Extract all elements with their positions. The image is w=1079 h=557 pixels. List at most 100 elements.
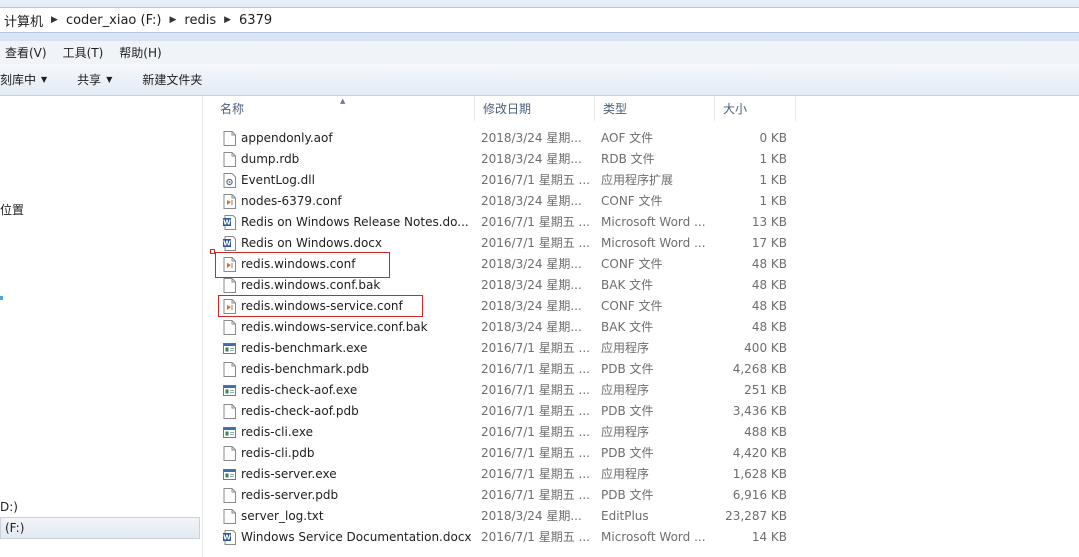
file-row[interactable]: redis.windows.conf.bak 2018/3/24 星期... BAK… bbox=[212, 275, 802, 296]
file-row[interactable]: server_log.txt 2018/3/24 星期... EditPlus 23,… bbox=[212, 506, 802, 527]
file-type: PDB 文件 bbox=[601, 362, 654, 376]
file-name: redis-benchmark.exe bbox=[241, 341, 368, 355]
file-name: Redis on Windows.docx bbox=[241, 236, 382, 250]
file-row[interactable]: redis-check-aof.pdb 2016/7/1 星期五 ... PDB 文… bbox=[212, 401, 802, 422]
file-row[interactable]: redis-benchmark.pdb 2016/7/1 星期五 ... PDB 文… bbox=[212, 359, 802, 380]
file-name: redis-server.exe bbox=[241, 467, 337, 481]
column-size[interactable]: 大小 bbox=[715, 96, 796, 121]
file-modified-date: 2018/3/24 星期... bbox=[481, 131, 582, 145]
file-size: 48 KB bbox=[751, 278, 787, 292]
file-name: redis-server.pdb bbox=[241, 488, 339, 502]
file-row[interactable]: redis-cli.pdb 2016/7/1 星期五 ... PDB 文件 4,420… bbox=[212, 443, 802, 464]
file-row[interactable]: appendonly.aof 2018/3/24 星期... AOF 文件 0 KB bbox=[212, 128, 802, 149]
breadcrumb-redis[interactable]: redis bbox=[180, 13, 220, 28]
breadcrumb-separator-icon[interactable]: ▶ bbox=[165, 15, 180, 25]
dll-file-icon bbox=[223, 173, 236, 188]
file-row[interactable]: redis-cli.exe 2016/7/1 星期五 ... 应用程序 488 KB bbox=[212, 422, 802, 443]
file-row[interactable]: nodes-6379.conf 2018/3/24 星期... CONF 文件 1 K… bbox=[212, 191, 802, 212]
address-bar-area: 计算机 ▶ coder_xiao (F:) ▶ redis ▶ 6379 bbox=[0, 0, 1079, 41]
word-doc-icon: W bbox=[223, 215, 236, 230]
new-folder-button[interactable]: 新建文件夹 bbox=[142, 71, 202, 88]
file-type: CONF 文件 bbox=[601, 257, 663, 271]
file-modified-date: 2018/3/24 星期... bbox=[481, 152, 582, 166]
svg-text:W: W bbox=[223, 534, 231, 542]
file-row[interactable]: redis-server.pdb 2016/7/1 星期五 ... PDB 文件 6,… bbox=[212, 485, 802, 506]
file-modified-date: 2018/3/24 星期... bbox=[481, 194, 582, 208]
file-name: Windows Service Documentation.docx bbox=[241, 530, 472, 544]
file-row[interactable]: dump.rdb 2018/3/24 星期... RDB 文件 1 KB bbox=[212, 149, 802, 170]
file-size: 23,287 KB bbox=[725, 509, 787, 523]
file-row[interactable]: redis-server.exe 2016/7/1 星期五 ... 应用程序 1,62… bbox=[212, 464, 802, 485]
column-header: 名称 修改日期 类型 大小 bbox=[212, 96, 796, 121]
file-row[interactable]: redis-check-aof.exe 2016/7/1 星期五 ... 应用程序 2… bbox=[212, 380, 802, 401]
file-size: 13 KB bbox=[751, 215, 787, 229]
breadcrumb-separator-icon[interactable]: ▶ bbox=[220, 15, 235, 25]
address-bar[interactable]: 计算机 ▶ coder_xiao (F:) ▶ redis ▶ 6379 bbox=[0, 7, 1079, 33]
include-in-library-button[interactable]: 刻库中 ▼ bbox=[0, 71, 47, 88]
file-size: 48 KB bbox=[751, 320, 787, 334]
file-row[interactable]: redis-benchmark.exe 2016/7/1 星期五 ... 应用程序 4… bbox=[212, 338, 802, 359]
file-size: 48 KB bbox=[751, 257, 787, 271]
conf-file-icon bbox=[223, 194, 236, 209]
column-modified[interactable]: 修改日期 bbox=[475, 96, 595, 121]
svg-text:W: W bbox=[223, 219, 231, 227]
exe-file-icon bbox=[223, 383, 236, 398]
exe-file-icon bbox=[223, 467, 236, 482]
share-label: 共享 bbox=[77, 73, 102, 87]
file-modified-date: 2018/3/24 星期... bbox=[481, 278, 582, 292]
menu-view[interactable]: 查看(V) bbox=[0, 44, 52, 61]
file-modified-date: 2016/7/1 星期五 ... bbox=[481, 446, 590, 460]
file-modified-date: 2016/7/1 星期五 ... bbox=[481, 236, 590, 250]
nav-item-location[interactable]: 位置 bbox=[0, 201, 24, 218]
word-doc-icon: W bbox=[223, 236, 236, 251]
file-row[interactable]: EventLog.dll 2016/7/1 星期五 ... 应用程序扩展 1 KB bbox=[212, 170, 802, 191]
file-name: Redis on Windows Release Notes.do... bbox=[241, 215, 469, 229]
highlight-box bbox=[218, 295, 423, 317]
file-row[interactable]: redis.windows-service.conf.bak 2018/3/24 … bbox=[212, 317, 802, 338]
menu-help[interactable]: 帮助(H) bbox=[114, 44, 166, 61]
file-modified-date: 2016/7/1 星期五 ... bbox=[481, 425, 590, 439]
file-type: 应用程序扩展 bbox=[601, 173, 674, 187]
chevron-down-icon: ▼ bbox=[106, 75, 113, 84]
file-size: 488 KB bbox=[744, 425, 787, 439]
file-name: redis-benchmark.pdb bbox=[241, 362, 369, 376]
file-modified-date: 2016/7/1 星期五 ... bbox=[481, 215, 590, 229]
file-size: 6,916 KB bbox=[732, 488, 787, 502]
breadcrumb-drive[interactable]: coder_xiao (F:) bbox=[62, 13, 166, 28]
svg-text:W: W bbox=[223, 240, 231, 248]
share-button[interactable]: 共享 ▼ bbox=[77, 71, 112, 88]
file-type: Microsoft Word ... bbox=[601, 530, 706, 544]
blank-file-icon bbox=[223, 320, 236, 335]
file-size: 17 KB bbox=[751, 236, 787, 250]
file-name: redis-cli.exe bbox=[241, 425, 313, 439]
file-modified-date: 2018/3/24 星期... bbox=[481, 299, 582, 313]
blank-file-icon bbox=[223, 131, 236, 146]
file-row[interactable]: W Redis on Windows.docx 2016/7/1 星期五 ... Mi… bbox=[212, 233, 802, 254]
file-type: Microsoft Word ... bbox=[601, 215, 706, 229]
file-type: EditPlus bbox=[601, 509, 649, 523]
file-type: RDB 文件 bbox=[601, 152, 655, 166]
menu-bar: 查看(V) 工具(T) 帮助(H) bbox=[0, 41, 1079, 65]
file-modified-date: 2016/7/1 星期五 ... bbox=[481, 488, 590, 502]
new-folder-label: 新建文件夹 bbox=[142, 73, 203, 87]
file-size: 3,436 KB bbox=[732, 404, 787, 418]
file-size: 251 KB bbox=[744, 383, 787, 397]
file-row[interactable]: W Windows Service Documentation.docx 2016/… bbox=[212, 527, 802, 548]
file-type: 应用程序 bbox=[601, 467, 650, 481]
menu-tools[interactable]: 工具(T) bbox=[58, 44, 109, 61]
file-list: appendonly.aof 2018/3/24 星期... AOF 文件 0 KB d… bbox=[212, 128, 802, 548]
column-type[interactable]: 类型 bbox=[595, 96, 715, 121]
breadcrumb-separator-icon[interactable]: ▶ bbox=[47, 15, 62, 25]
file-row[interactable]: W Redis on Windows Release Notes.do... 201… bbox=[212, 212, 802, 233]
blank-file-icon bbox=[223, 152, 236, 167]
nav-item-drive-d[interactable]: D:) bbox=[0, 500, 18, 514]
file-type: PDB 文件 bbox=[601, 488, 654, 502]
navigation-pane[interactable]: 位置 D:) (F:) bbox=[0, 96, 203, 557]
blank-file-icon bbox=[223, 446, 236, 461]
include-in-library-label: 刻库中 bbox=[0, 73, 37, 87]
breadcrumb-computer[interactable]: 计算机 bbox=[0, 11, 47, 30]
file-modified-date: 2018/3/24 星期... bbox=[481, 257, 582, 271]
breadcrumb-6379[interactable]: 6379 bbox=[235, 13, 276, 28]
nav-item-drive-f-selected[interactable]: (F:) bbox=[0, 517, 200, 539]
file-type: CONF 文件 bbox=[601, 299, 663, 313]
